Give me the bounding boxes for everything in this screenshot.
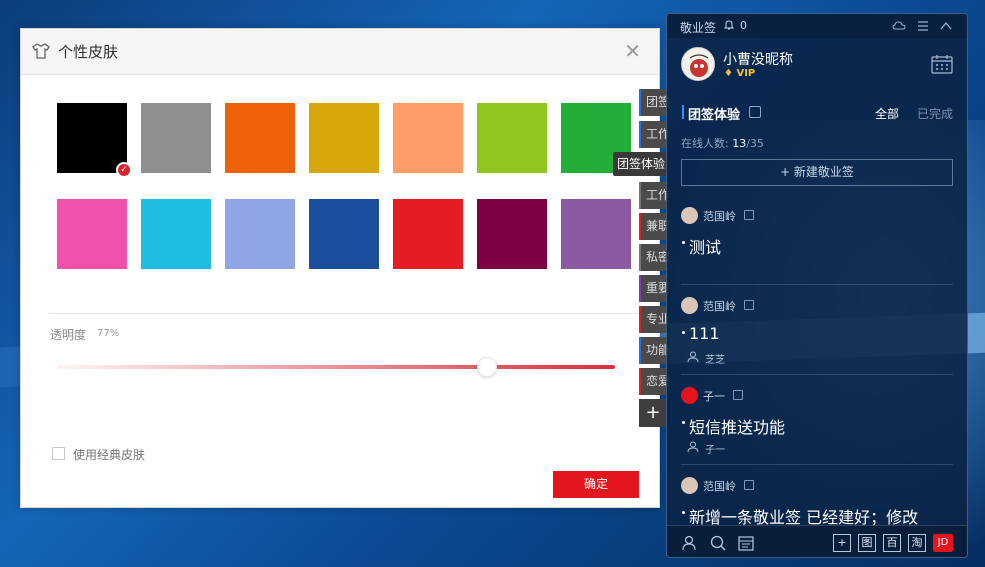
online-total: /35 (746, 137, 764, 150)
tshirt-icon (32, 43, 50, 59)
color-swatch[interactable]: ✓ (57, 103, 132, 178)
group-accent-bar (682, 105, 684, 119)
note-separator (681, 284, 953, 285)
note-type-icon (744, 300, 754, 310)
vip-badge: ♦ VIP (724, 68, 756, 79)
category-tab[interactable]: 重要 (639, 275, 669, 302)
note-type-icon (733, 390, 743, 400)
category-tab[interactable]: 专业 (639, 306, 669, 333)
note-type-icon (744, 210, 754, 220)
app-title: 敬业签 (680, 21, 717, 35)
color-swatch[interactable] (225, 103, 295, 173)
color-swatch[interactable] (141, 199, 211, 269)
author-avatar (681, 207, 698, 224)
confirm-button[interactable]: 确定 (553, 471, 639, 498)
skin-dialog: 个性皮肤 ✕ ✓ 透明度 77% 使用经典皮肤 确定 (20, 28, 660, 508)
image-tool-button[interactable]: 图 (858, 534, 876, 552)
note-assignee: 子一 (705, 445, 725, 456)
color-swatch[interactable] (393, 103, 463, 173)
selected-check-icon: ✓ (116, 162, 132, 178)
avatar[interactable] (681, 47, 715, 81)
note-separator (681, 464, 953, 465)
assignee-icon (687, 441, 699, 453)
close-icon[interactable]: ✕ (624, 39, 641, 63)
note-author: 范国岭 (703, 480, 736, 493)
color-swatch[interactable] (309, 199, 379, 269)
new-note-button[interactable]: + 新建敬业签 (681, 159, 953, 186)
vip-label: VIP (736, 68, 756, 79)
taobao-tool-button[interactable]: 淘 (908, 534, 926, 552)
bullet-icon (682, 241, 685, 244)
panel-toolbar: + 图 百 淘 JD (667, 525, 967, 557)
online-label: 在线人数: (681, 137, 729, 150)
note-author: 范国岭 (703, 210, 736, 223)
note-type-icon (744, 480, 754, 490)
bell-icon[interactable] (723, 19, 735, 31)
search-icon[interactable] (709, 534, 727, 552)
color-swatch[interactable] (225, 199, 295, 269)
classic-skin-label: 使用经典皮肤 (73, 448, 146, 462)
note-author: 子一 (703, 390, 725, 403)
author-avatar (681, 387, 698, 404)
dialog-title: 个性皮肤 (58, 43, 119, 61)
panel-titlebar: 敬业签 0 (667, 14, 967, 38)
cloud-sync-icon[interactable] (892, 19, 906, 33)
category-tab[interactable]: 功能 (639, 337, 669, 364)
notes-panel: 敬业签 0 小曹没昵称 ♦ VIP 团签体验 全部 已完成 在线人数: 13/3… (666, 13, 968, 558)
opacity-label: 透明度 (50, 328, 87, 342)
category-tab[interactable]: 团签体验 (639, 89, 669, 116)
avatar-illustration (689, 54, 709, 77)
assignee-icon (687, 351, 699, 363)
filter-all-tab[interactable]: 全部 (875, 105, 899, 122)
collapse-icon[interactable] (939, 19, 953, 33)
category-tab[interactable]: 工作 (639, 121, 669, 148)
baidu-tool-button[interactable]: 百 (883, 534, 901, 552)
bullet-icon (682, 331, 685, 334)
color-swatch[interactable] (57, 199, 127, 269)
menu-icon[interactable] (916, 19, 930, 33)
color-swatch[interactable] (561, 199, 631, 269)
color-swatch[interactable] (477, 103, 547, 173)
opacity-slider-track[interactable] (57, 365, 615, 369)
bullet-icon (682, 511, 685, 514)
author-avatar (681, 297, 698, 314)
divider (49, 313, 639, 314)
opacity-slider-thumb[interactable] (476, 357, 497, 377)
jd-tool-button[interactable]: JD (933, 534, 953, 552)
online-count: 在线人数: 13/35 (681, 135, 764, 151)
online-current: 13 (732, 137, 747, 150)
note-separator (681, 374, 953, 375)
username[interactable]: 小曹没昵称 (723, 49, 793, 69)
color-swatch[interactable] (477, 199, 547, 269)
calendar-icon[interactable] (931, 54, 953, 74)
add-icon[interactable]: + (833, 534, 851, 552)
classic-skin-checkbox[interactable] (52, 447, 65, 460)
category-tab[interactable]: 私密 (639, 244, 669, 271)
bullet-icon (682, 421, 685, 424)
category-tab[interactable]: 工作 (639, 182, 669, 209)
dialog-header: 个性皮肤 ✕ (21, 29, 659, 75)
opacity-value: 77% (97, 328, 120, 339)
category-tab[interactable]: 恋爱 (639, 368, 669, 395)
add-category-button[interactable]: + (639, 399, 667, 427)
notification-count: 0 (740, 19, 747, 32)
contacts-icon[interactable] (681, 534, 699, 552)
group-info-icon[interactable] (749, 106, 761, 118)
note-author: 范国岭 (703, 300, 736, 313)
category-tooltip: 团签体验 (613, 152, 669, 176)
note-text[interactable]: 短信推送功能 (689, 414, 785, 438)
color-swatch[interactable] (141, 103, 211, 173)
note-assignee: 芝芝 (705, 355, 725, 366)
filter-done-tab[interactable]: 已完成 (917, 105, 953, 122)
color-swatch[interactable] (309, 103, 379, 173)
color-swatch[interactable] (393, 199, 463, 269)
category-tab[interactable]: 兼职 (639, 213, 669, 240)
note-text[interactable]: 111 (689, 324, 720, 343)
schedule-icon[interactable] (737, 534, 755, 552)
note-text[interactable]: 测试 (689, 234, 721, 258)
group-name[interactable]: 团签体验 (688, 104, 740, 123)
author-avatar (681, 477, 698, 494)
